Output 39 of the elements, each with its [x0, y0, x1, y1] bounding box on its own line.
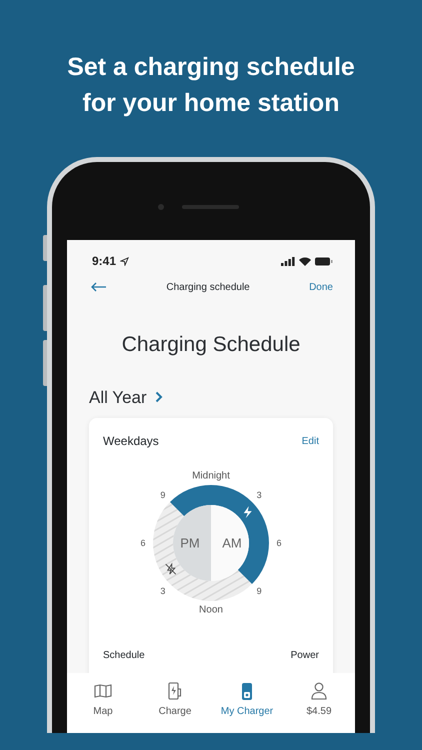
tab-button[interactable]: Charge [139, 681, 211, 733]
nav-title: Charging schedule [166, 280, 250, 294]
signal-icon [281, 256, 295, 266]
hour-label: 3 [160, 586, 166, 596]
back-arrow-icon[interactable] [91, 282, 107, 292]
person-icon [311, 682, 327, 700]
chevron-right-icon[interactable] [154, 391, 163, 404]
tab-button[interactable]: $4.59 [283, 681, 355, 733]
status-time: 9:41 [92, 253, 116, 270]
map-icon [94, 684, 112, 698]
hour-label: 6 [276, 538, 282, 548]
charging-ring-drawing[interactable] [170, 485, 269, 584]
page-heading: Charging Schedule [120, 332, 302, 358]
hour-label: 9 [256, 586, 262, 596]
edit-button[interactable]: Edit [302, 434, 319, 448]
clock-center-label: PM [180, 536, 200, 550]
hour-label: 6 [140, 538, 146, 548]
clock-center-label: AM [222, 536, 242, 550]
clock-label: Noon [199, 604, 223, 616]
camera-icon [158, 204, 164, 210]
tab-button[interactable]: My Charger [211, 681, 283, 733]
battery-icon [315, 256, 333, 266]
period-label: All Year [89, 386, 147, 408]
wall-charger-icon [241, 682, 253, 700]
hour-label: 9 [160, 490, 166, 500]
done-button[interactable]: Done [309, 280, 333, 294]
lightning-icon [244, 506, 252, 518]
headline-text: Set a charging schedule [67, 52, 355, 83]
column-header: Power [290, 649, 319, 663]
charging-station-icon [168, 682, 182, 700]
headline-text: for your home station [82, 88, 340, 119]
card-title: Weekdays [103, 433, 159, 450]
wifi-icon [299, 256, 311, 266]
location-icon [120, 256, 130, 266]
tab-button[interactable]: Map [67, 681, 139, 733]
clock-label: Midnight [192, 470, 230, 482]
hour-label: 3 [256, 490, 262, 500]
column-header: Schedule [103, 649, 145, 663]
no-charging-icon [165, 562, 176, 575]
